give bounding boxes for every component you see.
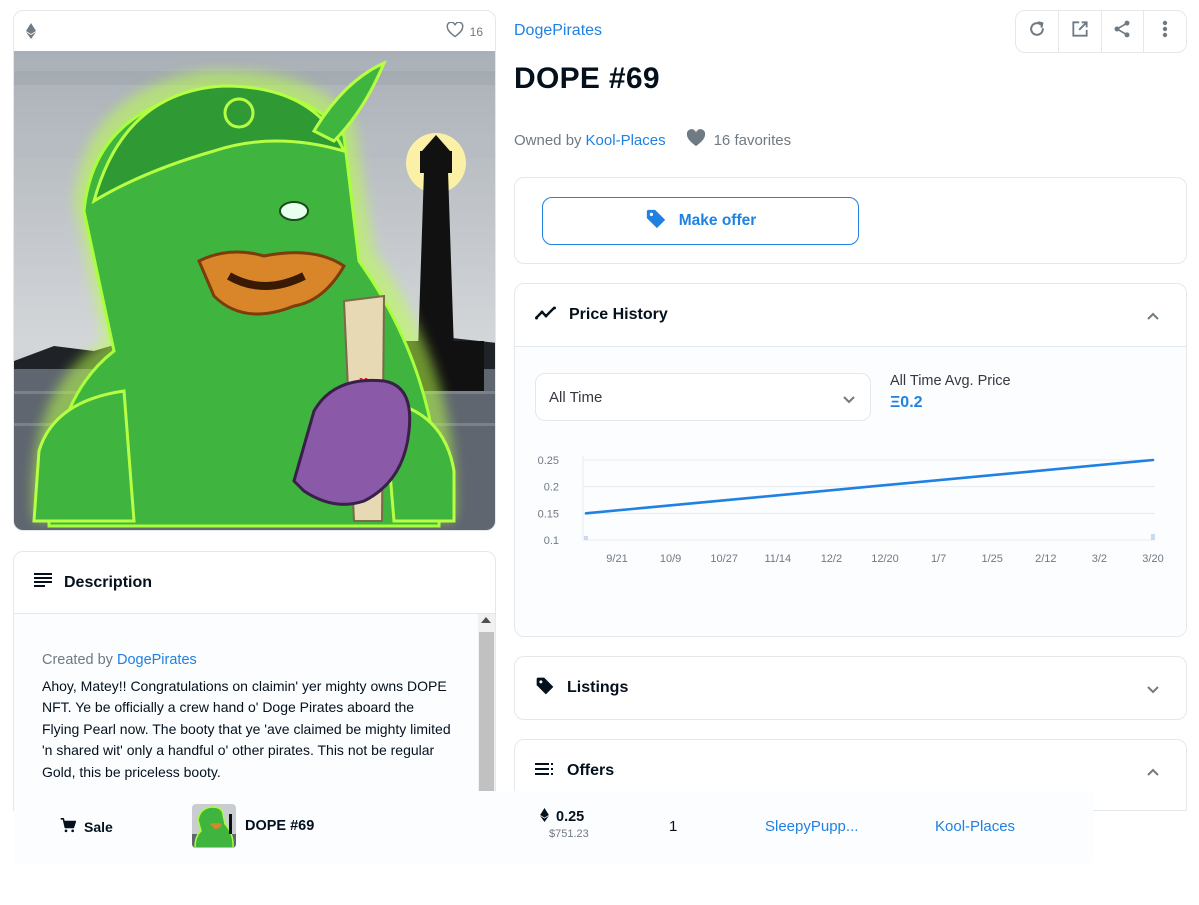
price-history-panel: Price History All Time All Time Avg. Pri… bbox=[514, 283, 1187, 637]
more-vert-icon bbox=[1162, 20, 1168, 43]
chart-y-tick-label: 0.1 bbox=[544, 535, 559, 547]
chart-volume-bar bbox=[584, 536, 588, 540]
refresh-icon bbox=[1027, 19, 1047, 44]
price-history-header[interactable]: Price History bbox=[515, 284, 1186, 346]
chart-x-tick-label: 12/2 bbox=[821, 553, 842, 565]
activity-item-name: DOPE #69 bbox=[245, 818, 315, 834]
list-icon bbox=[535, 762, 555, 781]
owner-link[interactable]: Kool-Places bbox=[586, 132, 666, 149]
description-body: Created by DogePirates Ahoy, Matey!! Con… bbox=[14, 614, 479, 810]
offer-panel: Make offer bbox=[514, 177, 1187, 264]
chevron-down-icon[interactable] bbox=[1146, 681, 1160, 699]
time-range-value: All Time bbox=[549, 388, 603, 406]
more-options-button[interactable] bbox=[1144, 11, 1186, 52]
activity-event-label: Sale bbox=[84, 819, 113, 835]
chart-x-tick-label: 12/20 bbox=[871, 553, 899, 565]
offers-title: Offers bbox=[567, 762, 615, 779]
price-history-title: Price History bbox=[569, 306, 668, 323]
price-history-body: All Time All Time Avg. Price Ξ0.2 0.25 0.… bbox=[515, 346, 1186, 636]
open-external-button[interactable] bbox=[1059, 11, 1102, 52]
owned-by-label: Owned by bbox=[514, 131, 582, 149]
ethereum-icon bbox=[540, 808, 549, 826]
description-text: Ahoy, Matey!! Congratulations on claimin… bbox=[42, 677, 451, 780]
heart-outline-icon bbox=[446, 21, 464, 41]
chart-x-tick-label: 2/12 bbox=[1035, 553, 1056, 565]
created-by-label: Created by bbox=[42, 652, 113, 668]
make-offer-label: Make offer bbox=[678, 212, 757, 229]
favorites-label: 16 favorites bbox=[713, 131, 792, 149]
chart-x-tick-label: 10/9 bbox=[660, 553, 681, 565]
price-history-chart: 0.25 0.2 0.15 0.1 9/21 10/9 10/27 11/14 12/2 12/2… bbox=[538, 455, 1164, 565]
chart-x-tick-label: 9/21 bbox=[606, 553, 627, 565]
item-thumbnail[interactable] bbox=[192, 804, 236, 848]
listings-header[interactable]: Listings bbox=[515, 657, 1186, 719]
activity-item[interactable]: DOPE #69 bbox=[192, 804, 314, 848]
description-panel: Description Created by DogePirates Ahoy,… bbox=[13, 551, 496, 811]
tag-icon bbox=[535, 676, 555, 701]
nft-image[interactable]: x bbox=[14, 51, 495, 530]
chart-y-tick-label: 0.25 bbox=[538, 455, 559, 467]
collection-link[interactable]: DogePirates bbox=[514, 22, 602, 40]
activity-price: 0.25 $751.23 bbox=[540, 808, 589, 840]
description-header[interactable]: Description bbox=[14, 552, 495, 614]
chart-x-tick-label: 11/14 bbox=[764, 553, 791, 565]
time-range-select[interactable]: All Time bbox=[535, 373, 871, 421]
share-button[interactable] bbox=[1102, 11, 1145, 52]
item-title: DOPE #69 bbox=[514, 62, 660, 95]
created-by: Created by DogePirates bbox=[42, 650, 451, 672]
media-header: 16 bbox=[14, 11, 495, 51]
notes-icon bbox=[34, 573, 52, 592]
activity-quantity: 1 bbox=[669, 818, 678, 835]
listings-panel: Listings bbox=[514, 656, 1187, 720]
refresh-button[interactable] bbox=[1016, 11, 1059, 52]
chart-volume-bar bbox=[1151, 534, 1155, 540]
item-toolbar bbox=[1015, 10, 1187, 53]
chevron-up-icon[interactable] bbox=[1146, 764, 1160, 782]
chart-y-tick-label: 0.15 bbox=[538, 508, 559, 520]
owner-row: Owned by Kool-Places 16 favorites bbox=[514, 129, 791, 151]
cart-icon bbox=[60, 818, 77, 836]
avg-price-label: All Time Avg. Price bbox=[890, 373, 1011, 389]
make-offer-button[interactable]: Make offer bbox=[542, 197, 859, 245]
chart-x-tick-label: 1/7 bbox=[931, 553, 946, 565]
activity-to-link[interactable]: Kool-Places bbox=[935, 818, 1015, 835]
chart-x-tick-label: 10/27 bbox=[710, 553, 738, 565]
scroll-thumb[interactable] bbox=[479, 632, 494, 810]
share-icon bbox=[1112, 19, 1132, 44]
chart-x-tick-label: 3/2 bbox=[1092, 553, 1107, 565]
trending-up-icon bbox=[535, 306, 557, 325]
description-title: Description bbox=[64, 573, 153, 591]
activity-from-link[interactable]: SleepyPupp... bbox=[765, 818, 858, 835]
ethereum-icon bbox=[26, 23, 36, 44]
external-link-icon bbox=[1070, 19, 1090, 44]
activity-event: Sale bbox=[60, 818, 113, 836]
chevron-up-icon[interactable] bbox=[1146, 308, 1160, 326]
description-scrollbar[interactable] bbox=[478, 614, 495, 810]
favorites-summary: 16 favorites bbox=[686, 129, 792, 151]
activity-row[interactable]: Sale DOPE #69 0.25 $751.23 1 SleepyPupp.… bbox=[14, 791, 1093, 863]
listings-title: Listings bbox=[567, 679, 629, 696]
chart-y-tick-label: 0.2 bbox=[544, 482, 559, 494]
scroll-up-arrow-icon[interactable] bbox=[481, 617, 491, 623]
activity-price-eth: 0.25 bbox=[556, 809, 585, 825]
media-card: 16 bbox=[13, 10, 496, 531]
activity-price-usd: $751.23 bbox=[549, 828, 589, 840]
chart-x-tick-label: 1/25 bbox=[981, 553, 1002, 565]
heart-filled-icon bbox=[686, 129, 706, 151]
creator-link[interactable]: DogePirates bbox=[117, 652, 197, 668]
favorite-count: 16 bbox=[469, 24, 483, 39]
tag-icon bbox=[645, 208, 667, 235]
chart-x-tick-label: 3/20 bbox=[1142, 553, 1163, 565]
favorite-button[interactable]: 16 bbox=[446, 21, 483, 41]
avg-price-value: Ξ0.2 bbox=[890, 394, 923, 411]
chevron-down-icon bbox=[842, 391, 856, 408]
